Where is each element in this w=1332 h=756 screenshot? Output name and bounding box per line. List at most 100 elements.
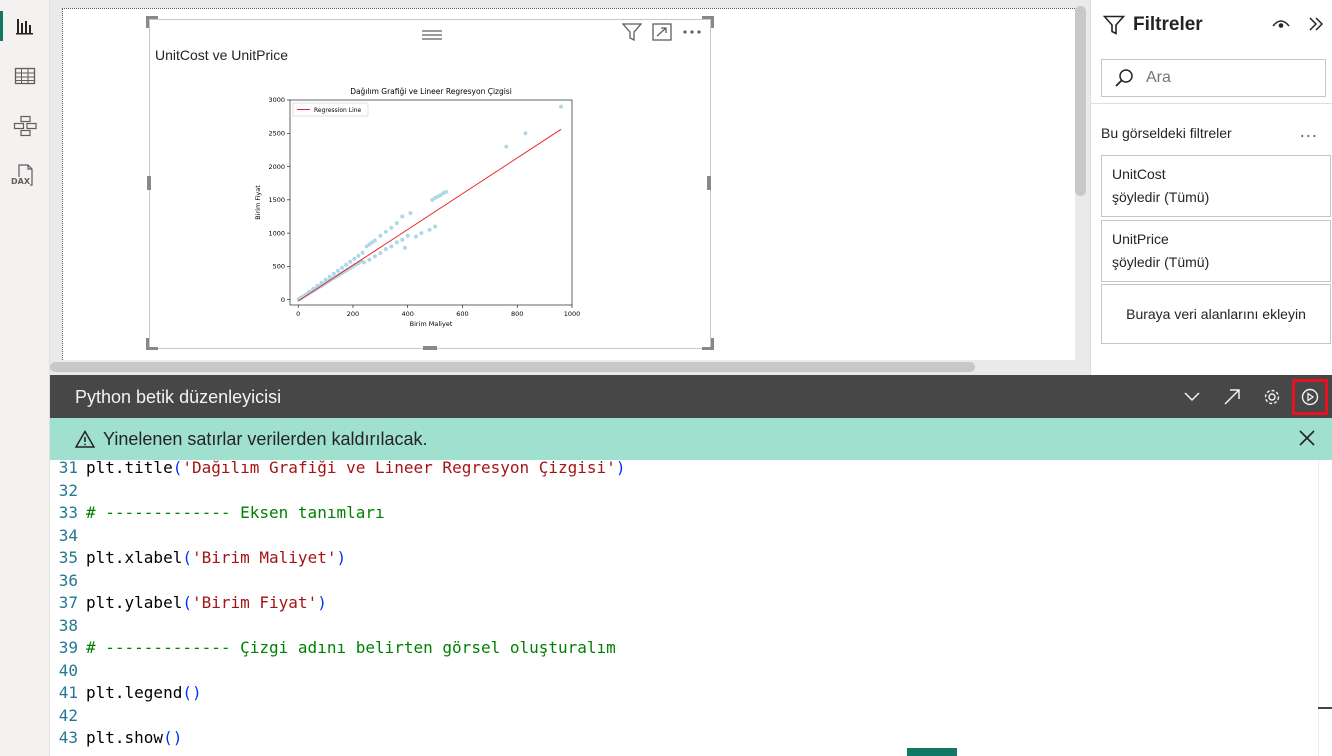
filters-section-label: Bu görseldeki filtreler [1101,125,1232,141]
code-line[interactable]: 41 plt.legend() [50,682,202,704]
filter-search-box[interactable] [1101,59,1326,97]
active-page-tab-indicator[interactable] [907,748,957,756]
scatter-point [427,227,432,232]
eye-icon[interactable] [1272,18,1290,30]
resize-handle-tr[interactable] [702,16,714,28]
code-token: # ------------- Çizgi adını belirten gör… [86,638,616,657]
scatter-point [504,144,509,149]
filter-card-field: UnitPrice [1112,231,1169,247]
code-line[interactable]: 33 # ------------- Eksen tanımları [50,502,385,524]
resize-handle-bottom[interactable] [423,346,437,350]
y-tick-label: 0 [281,296,285,304]
code-line[interactable]: 31 plt.title('Dağılım Grafiği ve Lineer R… [50,460,626,479]
editor-settings-button[interactable] [1252,375,1292,418]
line-number: 40 [58,660,78,680]
collapse-editor-button[interactable] [1172,375,1212,418]
line-source: plt.legend() [86,682,202,704]
canvas-vertical-scrollbar[interactable] [1075,6,1086,196]
code-token: plt.ylabel [86,593,183,612]
line-source: plt.show() [86,727,182,749]
open-external-ide-button[interactable] [1212,375,1252,418]
run-script-button[interactable] [1292,378,1328,415]
code-line[interactable]: 35 plt.xlabel('Birim Maliyet') [50,547,346,569]
code-line[interactable]: 32 [50,480,86,502]
scatter-point [400,237,405,242]
more-options-icon[interactable] [682,29,702,35]
line-number: 33 [58,503,78,522]
code-line[interactable]: 36 [50,570,86,592]
canvas-horizontal-scrollbar[interactable] [50,362,975,372]
x-tick-label: 1000 [564,310,581,318]
script-editor-header: Python betik düzenleyicisi [50,375,1332,418]
focus-mode-icon[interactable] [652,23,672,41]
table-view-button[interactable] [0,57,50,95]
scatter-chart: Dağılım Grafiği ve Lineer Regresyon Çizg… [254,87,581,328]
code-line[interactable]: 34 [50,525,86,547]
code-line[interactable]: 40 [50,660,86,682]
filters-more-button[interactable]: ... [1300,122,1318,141]
code-token: ) [317,593,327,612]
code-token: 'Birim Maliyet' [191,548,337,567]
code-line[interactable]: 39 # ------------- Çizgi adını belirten g… [50,637,616,659]
visual-title: UnitCost ve UnitPrice [155,47,289,63]
resize-handle-right[interactable] [707,176,711,190]
resize-handle-br[interactable] [702,338,714,350]
scatter-point [331,271,336,276]
scatter-point [413,234,418,239]
resize-handle-tl[interactable] [146,16,158,28]
python-visual[interactable]: UnitCost ve UnitPrice Dağılım Grafiği ve… [149,19,711,349]
line-number: 38 [58,615,78,635]
filters-divider [1091,103,1332,104]
dax-query-button[interactable]: DAX [0,157,50,195]
filter-icon[interactable] [622,23,642,41]
filter-card-state: şöyledir (Tümü) [1112,189,1210,205]
report-view-button[interactable] [0,7,50,45]
resize-handle-bl[interactable] [146,338,158,350]
line-source: # ------------- Çizgi adını belirten gör… [86,637,616,659]
filter-drop-zone[interactable]: Buraya veri alanlarını ekleyin [1101,284,1331,344]
scatter-point [327,274,332,279]
filter-icon [1103,15,1125,35]
x-tick-label: 0 [296,310,300,318]
y-tick-label: 1500 [268,196,285,204]
filter-card-unitprice[interactable]: UnitPrice şöyledir (Tümü) [1101,220,1331,282]
scatter-point [444,189,449,194]
scatter-point [367,257,372,262]
script-editor-tools [1172,375,1332,418]
filter-card-state: şöyledir (Tümü) [1112,254,1210,270]
gear-icon [1264,389,1280,404]
code-line[interactable]: 38 [50,615,86,637]
filters-header: Filtreler [1103,14,1203,36]
collapse-pane-icon[interactable] [1308,16,1324,32]
script-editor-title: Python betik düzenleyicisi [75,387,282,407]
line-number: 39 [58,638,78,657]
line-number: 35 [58,548,78,567]
scatter-point [378,233,383,238]
code-line[interactable]: 43 plt.show() [50,727,183,749]
code-token: ) [336,548,347,567]
scatter-point [402,245,407,250]
resize-handle-left[interactable] [147,176,151,190]
banner-text: Yinelenen satırlar verilerden kaldırılac… [103,428,428,449]
code-line[interactable]: 37 plt.ylabel('Birim Fiyat') [50,592,327,614]
code-line[interactable]: 42 [50,705,86,727]
scatter-point [559,104,564,109]
close-icon[interactable] [1298,429,1316,447]
scatter-point [383,229,388,234]
python-code-editor[interactable]: 31 plt.title('Dağılım Grafiği ve Lineer R… [50,460,1332,756]
scatter-point [356,253,361,258]
code-token: ( [172,460,183,477]
model-view-button[interactable] [0,107,50,145]
scatter-point [394,221,399,226]
filter-card-field: UnitCost [1112,166,1166,182]
scatter-point [405,233,410,238]
x-axis-label: Birim Maliyet [410,320,453,328]
filter-card-unitcost[interactable]: UnitCost şöyledir (Tümü) [1101,155,1331,217]
filter-search-input[interactable] [1146,69,1296,87]
scatter-point [383,247,388,252]
scatter-point [340,265,345,270]
line-number: 42 [58,705,78,725]
y-axis-label: Birim Fiyat [254,185,262,220]
drag-handle-icon[interactable] [422,26,442,45]
code-scrollbar[interactable] [1318,460,1332,756]
